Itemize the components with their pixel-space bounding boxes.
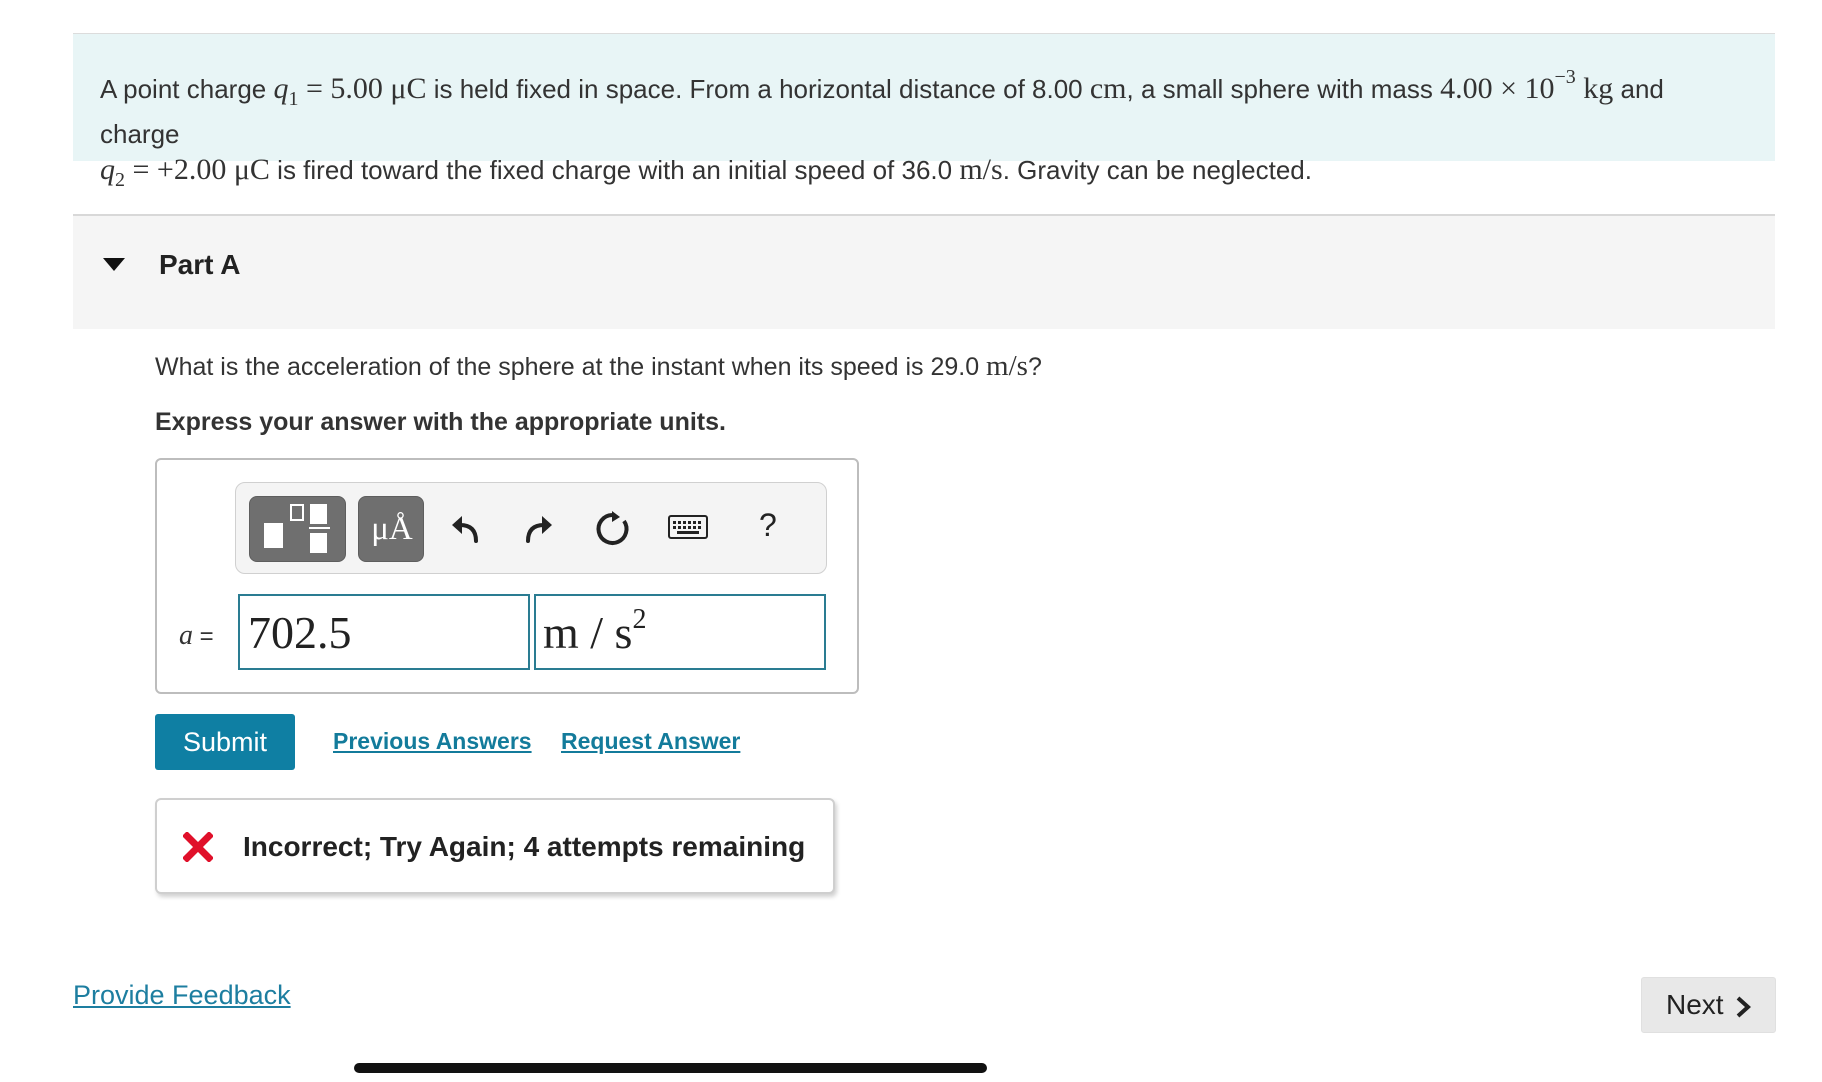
- submit-button[interactable]: Submit: [155, 714, 295, 770]
- answer-box: μÅ ? a = 702.5 m / s2: [155, 458, 859, 694]
- collapse-caret-icon[interactable]: [103, 258, 125, 271]
- math-toolbar: μÅ ?: [235, 482, 827, 574]
- question-text: What is the acceleration of the sphere a…: [155, 350, 1042, 382]
- part-a-header[interactable]: Part A: [73, 214, 1775, 329]
- incorrect-x-icon: [183, 832, 213, 862]
- q1-symbol: q1 = 5.00 μC: [273, 72, 427, 110]
- next-button[interactable]: Next: [1641, 977, 1776, 1033]
- provide-feedback-link[interactable]: Provide Feedback: [73, 980, 291, 1011]
- units-button[interactable]: μÅ: [358, 496, 424, 562]
- answer-value-input[interactable]: 702.5: [238, 594, 530, 670]
- reset-icon[interactable]: [592, 509, 632, 549]
- feedback-message: Incorrect; Try Again; 4 attempts remaini…: [155, 798, 835, 894]
- q2-symbol: q2 = +2.00 μC: [100, 153, 270, 191]
- problem-text: is held fixed in space. From a horizonta…: [426, 74, 1090, 104]
- mass-value: 4.00 × 10−3 kg: [1440, 66, 1614, 105]
- distance-units: cm: [1089, 72, 1127, 105]
- problem-text: , a small sphere with mass: [1126, 74, 1441, 104]
- variable-label: a =: [179, 620, 214, 651]
- problem-text: . Gravity can be neglected.: [1002, 155, 1312, 185]
- problem-text: A point charge: [100, 74, 274, 104]
- templates-button[interactable]: [249, 496, 346, 562]
- previous-answers-link[interactable]: Previous Answers: [333, 728, 532, 755]
- problem-text: is fired toward the fixed charge with an…: [269, 155, 960, 185]
- units-icon: μÅ: [371, 511, 413, 547]
- request-answer-link[interactable]: Request Answer: [561, 728, 740, 755]
- answer-units-input[interactable]: m / s2: [534, 594, 826, 670]
- part-title: Part A: [159, 249, 241, 280]
- feedback-text: Incorrect; Try Again; 4 attempts remaini…: [243, 831, 806, 862]
- problem-statement: A point charge q1 = 5.00 μC is held fixe…: [73, 34, 1775, 191]
- undo-icon[interactable]: [446, 509, 486, 549]
- home-indicator: [354, 1063, 987, 1073]
- redo-icon[interactable]: [518, 509, 558, 549]
- instruction-text: Express your answer with the appropriate…: [155, 408, 726, 436]
- keyboard-icon[interactable]: [668, 515, 708, 543]
- next-label: Next: [1666, 989, 1724, 1020]
- speed-units: m/s: [959, 153, 1003, 186]
- help-icon[interactable]: ?: [759, 507, 777, 544]
- chevron-right-icon: [1736, 996, 1751, 1018]
